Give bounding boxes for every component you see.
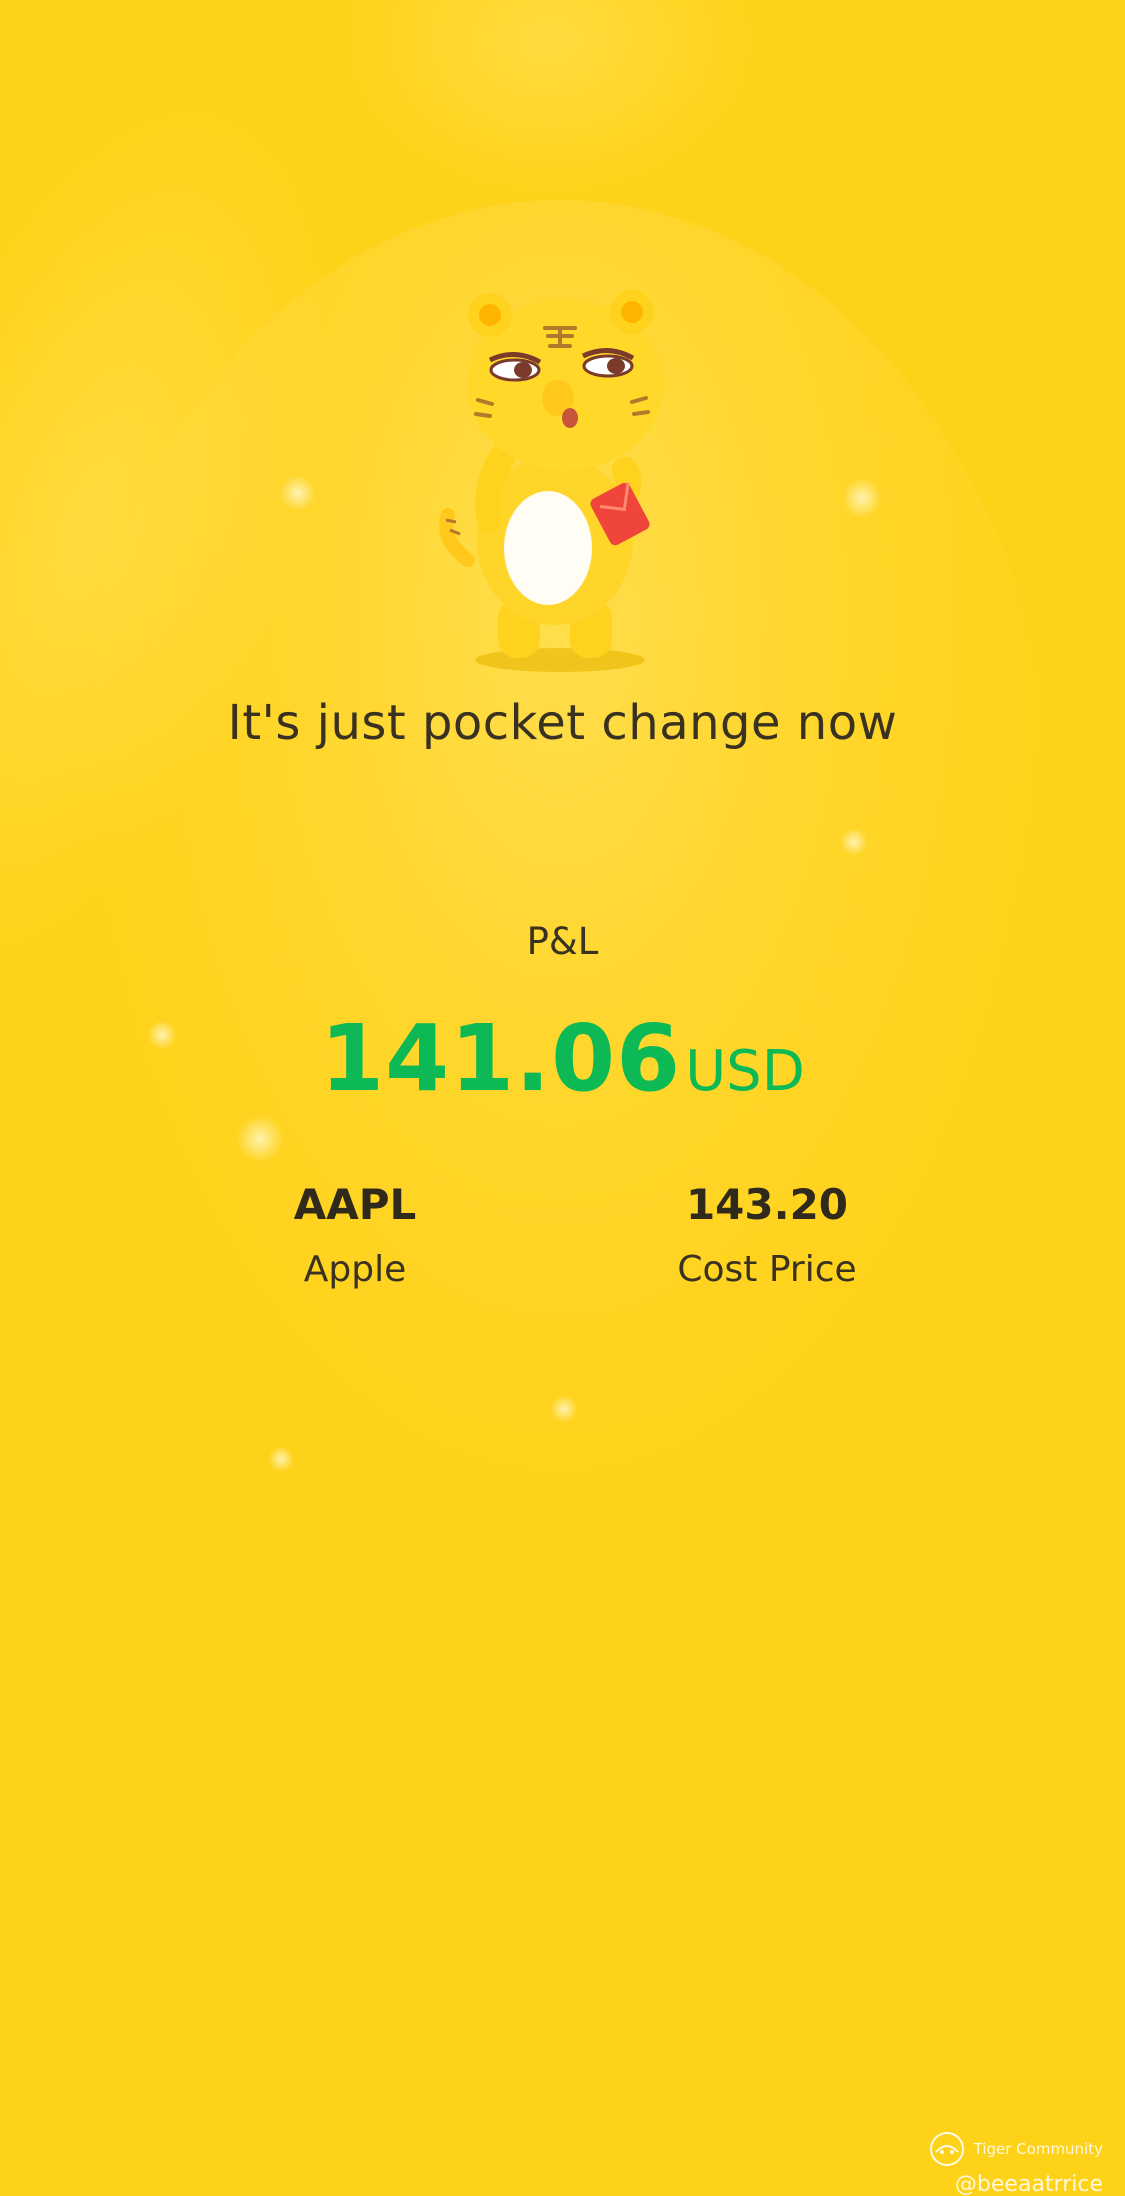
sparkle <box>280 475 316 511</box>
sparkle <box>840 828 868 856</box>
stock-info: AAPL Apple <box>155 1180 555 1290</box>
watermark-handle: @beeaatrrice <box>954 2172 1103 2196</box>
sparkle <box>268 1446 294 1472</box>
pnl-amount: 141.06 <box>320 1005 682 1112</box>
sparkle <box>550 1395 578 1423</box>
sparkle <box>236 1115 284 1163</box>
headline: It's just pocket change now <box>227 695 898 751</box>
watermark-brand: Tiger Community <box>973 2140 1103 2158</box>
pnl-value: 141.06USD <box>0 1005 1125 1112</box>
cost-price-info: 143.20 Cost Price <box>567 1180 967 1290</box>
share-card: It's just pocket change now P&L 141.06US… <box>0 0 1125 2196</box>
stock-ticker: AAPL <box>293 1180 417 1229</box>
sparkle <box>842 478 882 518</box>
pnl-label: P&L <box>526 920 599 963</box>
background-wisp <box>340 0 760 200</box>
watermark: Tiger Community @beeaatrrice <box>926 2130 1103 2196</box>
pnl-currency: USD <box>685 1039 805 1104</box>
tiger-mascot-with-red-envelope-icon <box>439 290 663 672</box>
cost-price-label: Cost Price <box>677 1249 857 1290</box>
stock-name: Apple <box>303 1249 407 1290</box>
cost-price-value: 143.20 <box>685 1180 849 1229</box>
tiger-logo-icon <box>929 2132 964 2166</box>
